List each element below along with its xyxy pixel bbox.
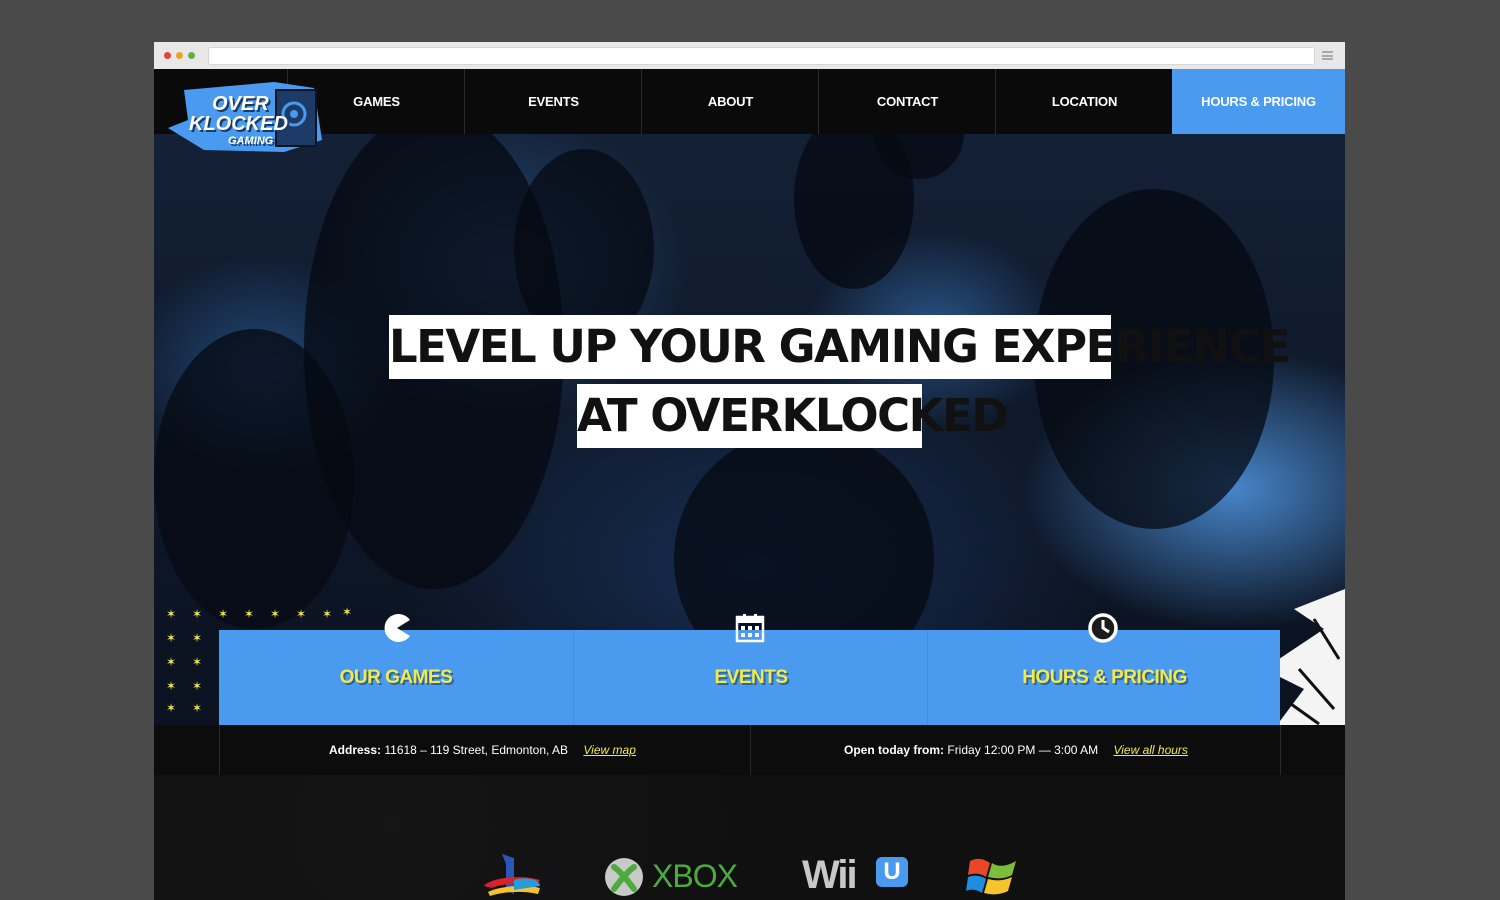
wiiu-badge: U: [876, 857, 908, 887]
site-logo[interactable]: OVER KLOCKED GAMING: [164, 80, 324, 158]
calendar-icon: [735, 614, 765, 643]
nav-item-contact[interactable]: CONTACT: [818, 69, 996, 134]
close-window-icon[interactable]: [164, 52, 171, 59]
view-all-hours-link[interactable]: View all hours: [1113, 743, 1187, 757]
nav-item-events[interactable]: EVENTS: [464, 69, 642, 134]
browser-window: GAMES EVENTS ABOUT CONTACT LOCATION HOUR…: [154, 42, 1345, 900]
info-bar: Address: 11618 – 119 Street, Edmonton, A…: [154, 725, 1345, 775]
browser-chrome: [154, 42, 1345, 70]
pacman-icon: [384, 614, 410, 642]
hours-pricing-card[interactable]: HOURS & PRICING: [927, 630, 1281, 725]
hero-headline-line1: LEVEL UP YOUR GAMING EXPERIENCE: [389, 315, 1291, 379]
xbox-icon: [605, 858, 643, 896]
address-value: 11618 – 119 Street, Edmonton, AB: [384, 743, 569, 757]
feature-cards: OUR GAMES EVENTS HOURS & PRICING: [219, 630, 1280, 725]
view-map-link[interactable]: View map: [583, 743, 635, 757]
nav-item-hours-pricing[interactable]: HOURS & PRICING: [1172, 69, 1345, 134]
main-navigation: GAMES EVENTS ABOUT CONTACT LOCATION HOUR…: [154, 69, 1345, 134]
maximize-window-icon[interactable]: [188, 52, 195, 59]
nav-item-location[interactable]: LOCATION: [995, 69, 1173, 134]
address-bar[interactable]: [208, 47, 1315, 65]
xbox-label: XBOX: [652, 858, 738, 894]
minimize-window-icon[interactable]: [176, 52, 183, 59]
card-label: HOURS & PRICING: [1022, 666, 1187, 688]
wii-label: Wii: [802, 853, 858, 897]
hours-value: Friday 12:00 PM — 3:00 AM: [947, 743, 1099, 757]
hamburger-menu-icon[interactable]: [1322, 51, 1333, 60]
card-label: OUR GAMES: [339, 666, 453, 688]
card-label: EVENTS: [714, 666, 788, 688]
address-info: Address: 11618 – 119 Street, Edmonton, A…: [329, 743, 636, 757]
our-games-card[interactable]: OUR GAMES: [219, 630, 573, 725]
windows-icon: [966, 858, 1016, 895]
clock-icon: [1088, 613, 1118, 643]
platforms-section: XBOX Wii U: [154, 775, 1345, 900]
nav-item-about[interactable]: ABOUT: [641, 69, 819, 134]
playstation-icon: [484, 854, 540, 896]
events-card[interactable]: EVENTS: [573, 630, 928, 725]
hours-info: Open today from: Friday 12:00 PM — 3:00 …: [844, 743, 1188, 757]
hero-headline-line2: AT OVERKLOCKED: [577, 384, 1009, 448]
